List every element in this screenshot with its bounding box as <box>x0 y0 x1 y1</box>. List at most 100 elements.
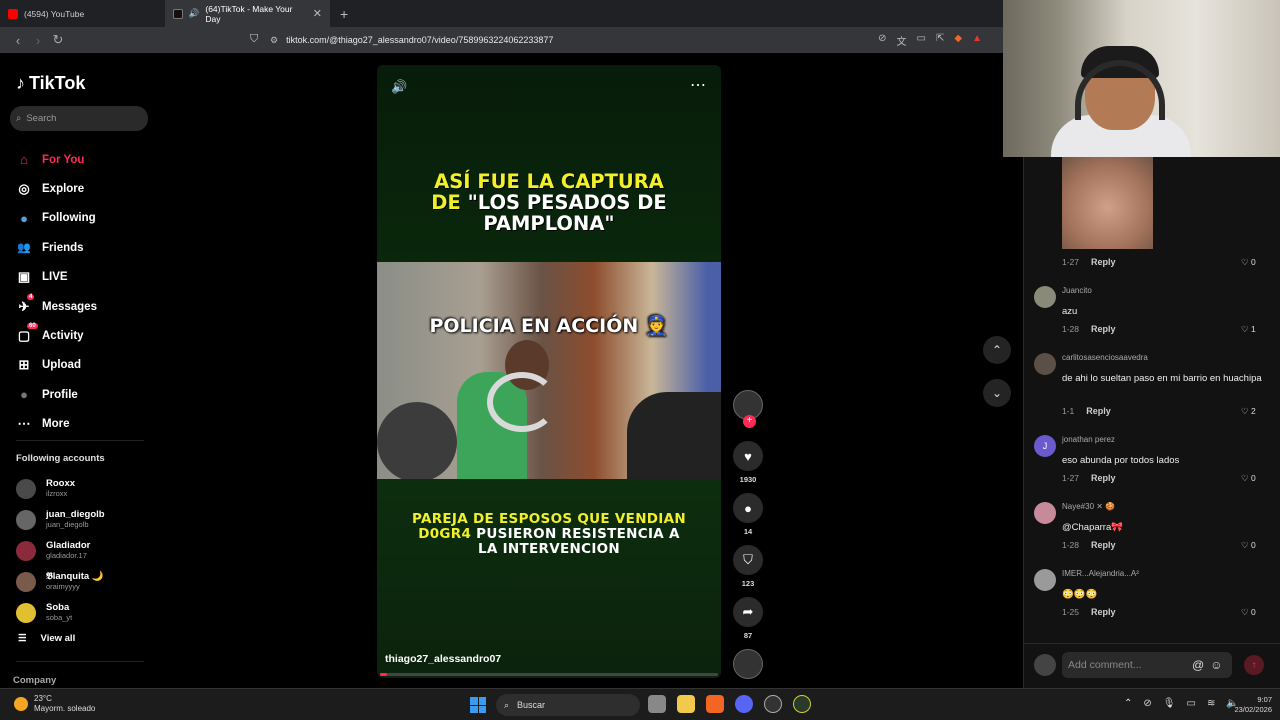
save-button[interactable]: ⛉ <box>733 545 763 575</box>
nav-friends[interactable]: 👥 Friends <box>16 233 156 262</box>
following-avatar-icon: ● <box>20 210 28 226</box>
next-video-button[interactable]: ⌄ <box>983 379 1011 407</box>
video-player[interactable]: 🔊 ⋯ ASÍ FUE LA CAPTURA DE "LOS PESADOS D… <box>377 65 721 678</box>
comment-user[interactable]: Juancito <box>1062 286 1092 295</box>
brave-rewards-icon[interactable]: ▲ <box>972 33 982 48</box>
account-item[interactable]: Gladiador gladiador.17 <box>16 535 156 566</box>
brave-browser-icon[interactable] <box>706 695 724 713</box>
nav-more[interactable]: ⋯ More <box>16 410 156 439</box>
emoji-icon[interactable]: ☺ <box>1210 658 1222 672</box>
profile-icon: ● <box>20 387 28 403</box>
view-all-link[interactable]: ☰ View all <box>18 633 75 644</box>
comment-like[interactable]: ♡ 2 <box>1241 406 1256 417</box>
reply-button[interactable]: Reply <box>1091 473 1116 483</box>
nav-messages[interactable]: ✈ 4 Messages <box>16 292 156 321</box>
comment-like[interactable]: ♡ 0 <box>1241 607 1256 618</box>
comment-like[interactable]: ♡ 0 <box>1241 473 1256 484</box>
display-icon[interactable]: ▭ <box>1186 698 1195 709</box>
screen-icon[interactable]: ▭ <box>917 33 926 48</box>
search-input[interactable]: ⌕ Search <box>10 106 148 131</box>
comment-user[interactable]: IMER...Alejandria...A² <box>1062 569 1139 578</box>
new-tab-button[interactable]: + <box>340 6 348 22</box>
video-progress-bar[interactable] <box>380 673 718 676</box>
tab-youtube[interactable]: (4594) YouTube <box>0 0 165 27</box>
discord-icon[interactable] <box>735 695 753 713</box>
nav-following[interactable]: ● Following <box>16 204 156 233</box>
tiktok-logo[interactable]: ♪ TikTok <box>16 73 85 94</box>
nav-live[interactable]: ▣ LIVE <box>16 263 156 292</box>
obs-icon[interactable] <box>764 695 782 713</box>
brave-shield-icon[interactable]: ◆ <box>954 33 962 48</box>
clock[interactable]: 9:07 23/02/2026 <box>1222 695 1272 715</box>
taskbar: 23°C Mayorm. soleado ⌕ Buscar ⌃ ⊘ 🎙 ▭ ≋ … <box>0 688 1280 720</box>
comment-like[interactable]: ♡ 0 <box>1241 540 1256 551</box>
share-button[interactable]: ➦ <box>733 597 763 627</box>
app-icon[interactable] <box>793 695 811 713</box>
more-options-icon[interactable]: ⋯ <box>690 75 707 95</box>
tab-tiktok[interactable]: 🔊 (64)TikTok - Make Your Day ✕ <box>165 0 330 27</box>
account-item[interactable]: juan_diegolb juan_diegolb <box>16 504 156 535</box>
account-handle: soba_yt <box>46 613 73 622</box>
account-item[interactable]: Rooxx ilzroxx <box>16 473 156 504</box>
share-icon[interactable]: ⇱ <box>936 33 944 48</box>
reply-button[interactable]: Reply <box>1091 607 1116 617</box>
account-item[interactable]: Soba soba_yt <box>16 597 156 628</box>
music-disc-icon[interactable] <box>733 649 763 679</box>
comment-like[interactable]: ♡ 0 <box>1241 257 1256 268</box>
avatar <box>16 478 36 499</box>
reply-button[interactable]: Reply <box>1091 257 1116 267</box>
messages-icon: ✈ <box>18 298 30 314</box>
taskbar-search[interactable]: ⌕ Buscar <box>496 694 640 716</box>
comment-like[interactable]: ♡ 1 <box>1241 324 1256 335</box>
network-off-icon[interactable]: ⊘ <box>1143 698 1151 709</box>
nav-explore[interactable]: ◎ Explore <box>16 174 156 203</box>
comment-date: 1-28 <box>1062 540 1080 550</box>
url-field[interactable]: ⚙ tiktok.com/@thiago27_alessandro07/vide… <box>270 31 988 49</box>
microphone-icon[interactable]: 🎙 <box>1163 698 1176 709</box>
reply-button[interactable]: Reply <box>1091 324 1116 334</box>
reply-button[interactable]: Reply <box>1086 406 1111 416</box>
nav-profile[interactable]: ● Profile <box>16 380 156 409</box>
speaker-icon[interactable]: 🔊 <box>189 8 200 19</box>
nav-for-you[interactable]: ⌂ For You <box>16 145 156 174</box>
nav-upload[interactable]: ⊞ Upload <box>16 351 156 380</box>
wifi-icon[interactable]: ≋ <box>1207 698 1215 709</box>
account-item[interactable]: 𝕭lanquita 🌙 oraimyyyy <box>16 566 156 597</box>
mention-icon[interactable]: @ <box>1192 658 1204 672</box>
address-bar-icons: ⊘ 文 ▭ ⇱ ◆ ▲ <box>878 33 988 48</box>
comment-user[interactable]: carlitosasenciosaavedra <box>1062 353 1148 362</box>
file-explorer-icon[interactable] <box>677 695 695 713</box>
avatar[interactable]: J <box>1034 435 1056 457</box>
forward-icon[interactable]: › <box>28 33 48 48</box>
close-tab-icon[interactable]: ✕ <box>313 7 322 20</box>
comment-user[interactable]: jonathan perez <box>1062 435 1115 444</box>
volume-icon[interactable]: 🔊 <box>391 79 407 95</box>
company-link[interactable]: Company <box>13 675 56 686</box>
reload-icon[interactable]: ↻ <box>48 32 68 48</box>
windows-start-icon[interactable] <box>470 697 486 713</box>
avatar[interactable] <box>1034 569 1056 591</box>
chevron-up-icon[interactable]: ⌃ <box>1124 698 1132 709</box>
site-info-icon[interactable]: ⚙ <box>270 35 278 46</box>
cast-icon[interactable]: ⊘ <box>878 33 886 48</box>
back-icon[interactable]: ‹ <box>8 33 28 48</box>
avatar[interactable] <box>1034 502 1056 524</box>
like-button[interactable]: ♥ <box>733 441 763 471</box>
task-view-icon[interactable] <box>648 695 666 713</box>
weather-widget[interactable]: 23°C Mayorm. soleado <box>14 694 95 714</box>
post-comment-button[interactable]: ↑ <box>1244 655 1264 675</box>
creator-avatar[interactable]: + <box>733 390 763 428</box>
avatar[interactable] <box>1034 286 1056 308</box>
previous-video-button[interactable]: ⌃ <box>983 336 1011 364</box>
reply-button[interactable]: Reply <box>1091 540 1116 550</box>
comment-button[interactable]: ● <box>733 493 763 523</box>
avatar[interactable] <box>1034 353 1056 375</box>
nav-activity[interactable]: ▢ 60 Activity <box>16 321 156 350</box>
follow-plus-icon[interactable]: + <box>743 415 756 428</box>
video-author[interactable]: thiago27_alessandro07 <box>385 653 501 665</box>
translate-icon[interactable]: 文 <box>897 33 907 48</box>
bookmark-icon[interactable]: ⛉ <box>250 33 258 46</box>
comment-user[interactable]: Naye#30 ✕ 🍪 <box>1062 502 1115 511</box>
account-name: 𝕭lanquita 🌙 <box>46 571 104 582</box>
comment-image[interactable] <box>1062 157 1153 249</box>
